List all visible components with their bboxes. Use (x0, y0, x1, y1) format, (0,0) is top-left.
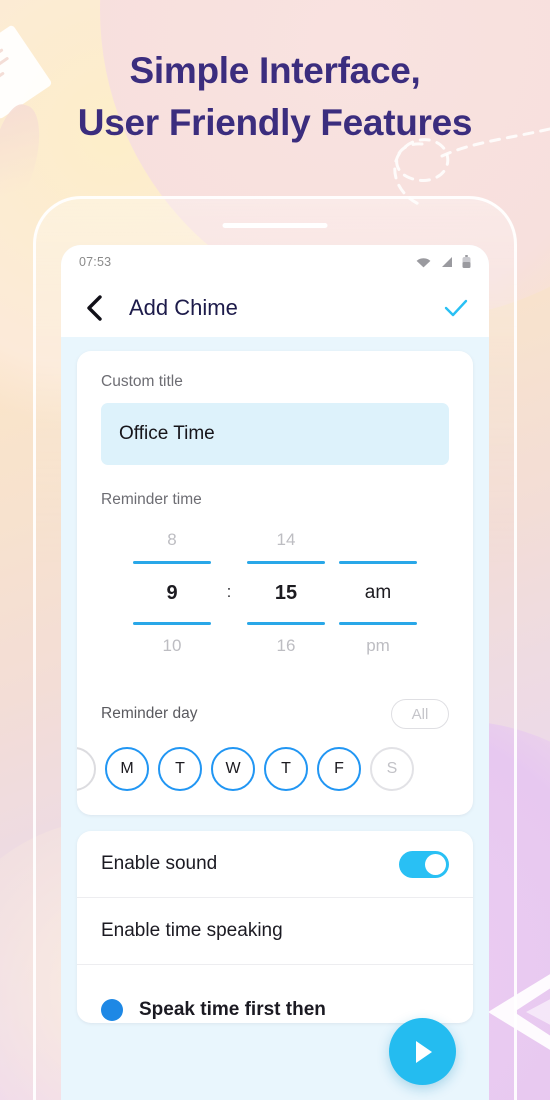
hour-prev[interactable]: 8 (126, 519, 218, 561)
app-bar: Add Chime (61, 279, 489, 337)
enable-time-speaking-label: Enable time speaking (101, 920, 283, 941)
setting-row-speak-time-first[interactable]: Speak time first then (77, 965, 473, 1023)
minute-prev[interactable]: 14 (240, 519, 332, 561)
time-picker: 8 9 10 : 14 15 16 am pm (101, 519, 449, 667)
day-toggle-monday[interactable]: M (105, 747, 149, 791)
speak-time-first-label: Speak time first then (139, 999, 326, 1020)
phone-screen: 07:53 Add Chime Custom title Office Time… (61, 245, 489, 1100)
day-toggle-wednesday[interactable]: W (211, 747, 255, 791)
speak-time-first-radio[interactable] (101, 999, 123, 1021)
chime-details-card: Custom title Office Time Reminder time 8… (77, 351, 473, 815)
status-bar: 07:53 (61, 245, 489, 279)
day-toggle-tuesday[interactable]: T (158, 747, 202, 791)
minute-selected[interactable]: 15 (240, 564, 332, 622)
page-title: Add Chime (129, 295, 238, 320)
reminder-time-label: Reminder time (101, 491, 202, 508)
promo-headline: Simple Interface, User Friendly Features (0, 45, 550, 149)
day-toggle-saturday[interactable]: S (370, 747, 414, 791)
all-days-chip[interactable]: All (391, 699, 449, 729)
signal-icon (442, 257, 452, 267)
day-toggle-sunday-clipped[interactable]: S (77, 747, 96, 791)
custom-title-label: Custom title (101, 373, 183, 390)
back-button[interactable] (79, 293, 109, 323)
time-separator: : (226, 581, 232, 601)
hour-column[interactable]: 8 9 10 (126, 519, 218, 667)
wifi-icon (416, 258, 431, 268)
meridiem-next[interactable]: pm (332, 625, 424, 667)
meridiem-prev[interactable] (332, 519, 424, 561)
enable-sound-label: Enable sound (101, 853, 218, 874)
day-toggle-friday[interactable]: F (317, 747, 361, 791)
app-body: Custom title Office Time Reminder time 8… (61, 337, 489, 1023)
play-icon (415, 1040, 432, 1063)
setting-row-enable-sound[interactable]: Enable sound (77, 831, 473, 898)
play-preview-fab[interactable] (389, 1018, 456, 1085)
headline-line-1: Simple Interface, (129, 50, 421, 91)
chevron-left-icon (87, 295, 102, 321)
status-clock: 07:53 (79, 255, 112, 269)
hour-selected[interactable]: 9 (126, 564, 218, 622)
phone-speaker (222, 223, 328, 228)
day-selector-row: S M T W T F S (77, 747, 473, 791)
battery-icon (462, 255, 471, 268)
headline-line-2: User Friendly Features (77, 102, 473, 143)
meridiem-column[interactable]: am pm (332, 519, 424, 667)
confirm-button[interactable] (441, 293, 471, 323)
custom-title-input[interactable]: Office Time (101, 403, 449, 465)
enable-sound-toggle[interactable] (399, 850, 449, 878)
hour-next[interactable]: 10 (126, 625, 218, 667)
minute-column[interactable]: 14 15 16 (240, 519, 332, 667)
check-icon (444, 299, 468, 317)
minute-next[interactable]: 16 (240, 625, 332, 667)
settings-card: Enable sound Enable time speaking Speak … (77, 831, 473, 1023)
promo-screenshot: Simple Interface, User Friendly Features… (0, 0, 550, 1100)
reminder-day-label: Reminder day (101, 705, 198, 722)
reminder-day-header: Reminder day All (101, 699, 449, 729)
day-toggle-thursday[interactable]: T (264, 747, 308, 791)
meridiem-selected[interactable]: am (332, 564, 424, 622)
setting-row-enable-time-speaking[interactable]: Enable time speaking (77, 898, 473, 965)
